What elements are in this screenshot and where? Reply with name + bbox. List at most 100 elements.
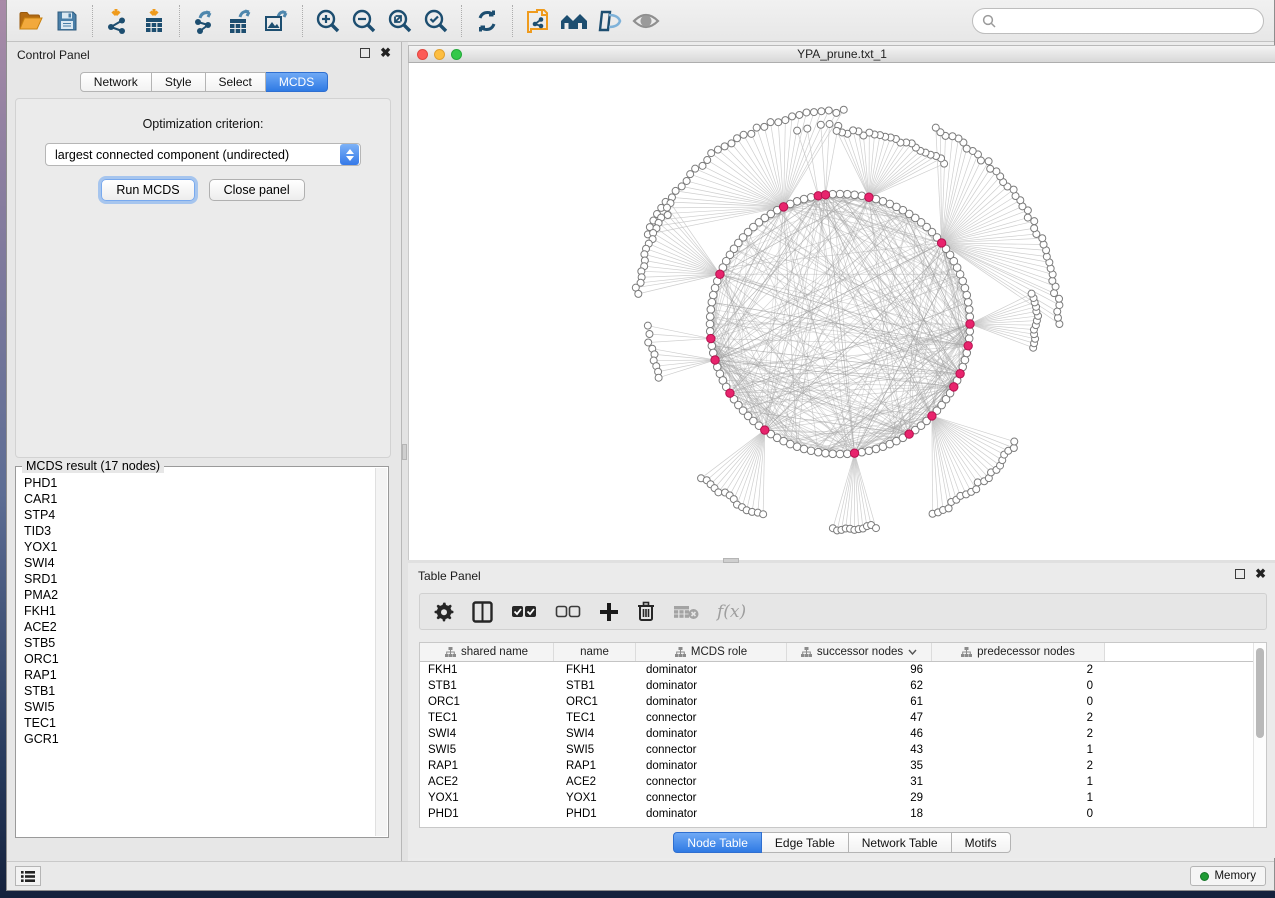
list-item[interactable]: GCR1 [16, 731, 375, 747]
splitter-handle[interactable] [402, 444, 407, 460]
table-cell: SWI4 [420, 726, 554, 742]
column-header-predecessor-nodes[interactable]: predecessor nodes [932, 643, 1105, 661]
column-header-shared-name[interactable]: shared name [420, 643, 554, 661]
network-titlebar[interactable]: YPA_prune.txt_1 [408, 45, 1275, 63]
list-item[interactable]: CAR1 [16, 491, 375, 507]
table-row[interactable]: FKH1FKH1dominator962 [420, 662, 1266, 678]
export-network-button[interactable] [187, 3, 223, 39]
list-item[interactable]: STB1 [16, 683, 375, 699]
tab-edge-table[interactable]: Edge Table [762, 832, 849, 853]
column-label: predecessor nodes [977, 646, 1075, 658]
tab-motifs[interactable]: Motifs [952, 832, 1011, 853]
zoom-fit-button[interactable] [382, 3, 418, 39]
hide-graphics-details-button[interactable] [592, 3, 628, 39]
import-network-button[interactable] [100, 3, 136, 39]
table-cell: 2 [932, 758, 1105, 774]
export-document-button[interactable] [520, 3, 556, 39]
network-canvas[interactable] [408, 63, 1275, 560]
column-header-MCDS-role[interactable]: MCDS role [636, 643, 787, 661]
list-item[interactable]: SWI4 [16, 555, 375, 571]
table-row[interactable]: SWI4SWI4dominator462 [420, 726, 1266, 742]
table-row[interactable]: PHD1PHD1dominator180 [420, 806, 1266, 822]
search-input[interactable] [1002, 14, 1254, 28]
table-toolbar: f(x) [419, 593, 1267, 630]
column-header-name[interactable]: name [554, 643, 636, 661]
add-column-button[interactable] [599, 597, 619, 627]
list-item[interactable]: PMA2 [16, 587, 375, 603]
table-row[interactable]: TEC1TEC1connector472 [420, 710, 1266, 726]
criterion-dropdown-value: largest connected component (undirected) [46, 148, 340, 162]
show-eye-button[interactable] [628, 3, 664, 39]
list-item[interactable]: ACE2 [16, 619, 375, 635]
run-mcds-button[interactable]: Run MCDS [101, 179, 194, 201]
list-item[interactable]: STP4 [16, 507, 375, 523]
list-item[interactable]: TID3 [16, 523, 375, 539]
split-panel-button[interactable] [472, 597, 493, 627]
zoom-out-icon [351, 8, 377, 34]
table-cell: 62 [787, 678, 932, 694]
search-field[interactable] [972, 8, 1264, 34]
criterion-dropdown[interactable]: largest connected component (undirected) [45, 143, 361, 166]
list-item[interactable]: RAP1 [16, 667, 375, 683]
select-all-button[interactable] [511, 597, 537, 627]
close-panel-icon[interactable]: ✖ [380, 48, 391, 58]
home-button[interactable] [556, 3, 592, 39]
float-panel-icon[interactable] [360, 48, 370, 58]
refresh-button[interactable] [469, 3, 505, 39]
table-cell: SWI4 [554, 726, 636, 742]
table-cell: ORC1 [420, 694, 554, 710]
result-list-scrollbar[interactable] [375, 468, 387, 836]
list-item[interactable]: SWI5 [16, 699, 375, 715]
tab-node-table[interactable]: Node Table [673, 832, 762, 853]
table-row[interactable]: STB1STB1dominator620 [420, 678, 1266, 694]
list-item[interactable]: PHD1 [16, 475, 375, 491]
table-row[interactable]: ORC1ORC1dominator610 [420, 694, 1266, 710]
node-table[interactable]: shared name name MCDS rolesuccessor nodes p… [419, 642, 1267, 828]
network-graph[interactable] [409, 63, 1275, 560]
table-row[interactable]: YOX1YOX1connector291 [420, 790, 1266, 806]
table-cell: RAP1 [554, 758, 636, 774]
tab-mcds[interactable]: MCDS [266, 72, 328, 92]
task-history-button[interactable] [15, 866, 41, 886]
mcds-result-list[interactable]: PHD1CAR1STP4TID3YOX1SWI4SRD1PMA2FKH1ACE2… [16, 475, 375, 836]
zoom-in-button[interactable] [310, 3, 346, 39]
open-file-button[interactable] [13, 3, 49, 39]
float-panel-icon[interactable] [1235, 569, 1245, 579]
table-row[interactable]: SWI5SWI5connector431 [420, 742, 1266, 758]
scrollbar-thumb[interactable] [1256, 648, 1264, 738]
table-scrollbar[interactable] [1253, 643, 1266, 827]
list-item[interactable]: ORC1 [16, 651, 375, 667]
zoom-selected-button[interactable] [418, 3, 454, 39]
memory-button[interactable]: Memory [1190, 866, 1266, 886]
function-builder-button[interactable]: f(x) [717, 597, 746, 627]
settings-gear-button[interactable] [434, 597, 454, 627]
list-item[interactable]: TEC1 [16, 715, 375, 731]
tab-select[interactable]: Select [206, 72, 266, 92]
tab-network-table[interactable]: Network Table [849, 832, 952, 853]
add-column-icon [599, 602, 619, 622]
delete-column-button[interactable] [637, 597, 655, 627]
close-panel-button[interactable]: Close panel [209, 179, 305, 201]
deselect-all-button[interactable] [555, 597, 581, 627]
table-row[interactable]: RAP1RAP1dominator352 [420, 758, 1266, 774]
save-session-button[interactable] [49, 3, 85, 39]
column-header-successor-nodes[interactable]: successor nodes [787, 643, 932, 661]
table-cell: 43 [787, 742, 932, 758]
zoom-out-button[interactable] [346, 3, 382, 39]
control-panel-title: Control Panel [17, 48, 90, 62]
list-item[interactable]: FKH1 [16, 603, 375, 619]
close-panel-icon[interactable]: ✖ [1255, 569, 1266, 579]
import-table-button[interactable] [136, 3, 172, 39]
table-cell: dominator [636, 758, 787, 774]
export-table-button[interactable] [223, 3, 259, 39]
toolbar-separator [302, 5, 303, 37]
list-item[interactable]: STB5 [16, 635, 375, 651]
column-label: name [580, 646, 609, 658]
list-item[interactable]: SRD1 [16, 571, 375, 587]
list-item[interactable]: YOX1 [16, 539, 375, 555]
tab-network[interactable]: Network [80, 72, 152, 92]
table-row[interactable]: ACE2ACE2connector311 [420, 774, 1266, 790]
delete-table-button[interactable] [673, 597, 699, 627]
export-image-button[interactable] [259, 3, 295, 39]
tab-style[interactable]: Style [152, 72, 206, 92]
